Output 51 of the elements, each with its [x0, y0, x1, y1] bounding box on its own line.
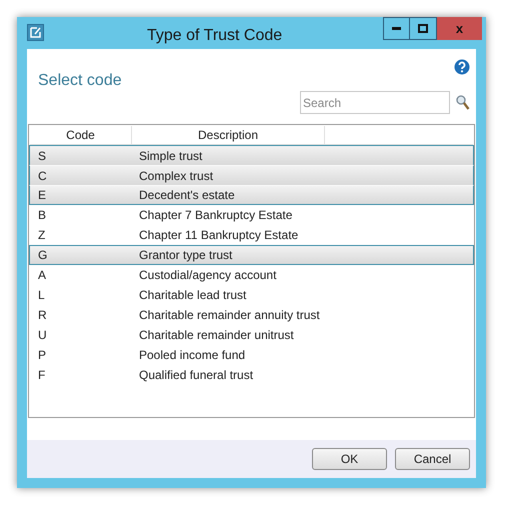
table-row[interactable]: G Grantor type trust: [29, 245, 474, 265]
description-cell-text: Charitable remainder annuity trust: [138, 307, 320, 324]
search-icon[interactable]: [456, 94, 470, 110]
table-row[interactable]: E Decedent's estate: [29, 185, 474, 205]
description-cell-text: Charitable lead trust: [138, 287, 246, 304]
section-heading: Select code: [38, 71, 123, 91]
table-row[interactable]: B Chapter 7 Bankruptcy Estate: [30, 205, 473, 225]
code-cell-text: L: [37, 287, 46, 304]
edit-icon: [27, 24, 44, 41]
description-cell-text: Complex trust: [138, 168, 214, 184]
table-row[interactable]: Z Chapter 11 Bankruptcy Estate: [30, 225, 473, 245]
maximize-button[interactable]: [410, 17, 437, 40]
description-cell-text: Simple trust: [138, 148, 202, 164]
table-row[interactable]: A Custodial/agency account: [30, 265, 473, 285]
code-cell-text: F: [37, 367, 46, 384]
code-cell-text: G: [37, 247, 48, 264]
code-cell-text: C: [37, 168, 48, 184]
code-cell-text: E: [37, 187, 48, 204]
help-icon[interactable]: [454, 59, 470, 75]
close-button[interactable]: x: [437, 17, 482, 40]
window-title: Type of Trust Code: [147, 26, 282, 46]
code-cell-text: A: [37, 267, 48, 284]
description-cell-text: Pooled income fund: [138, 347, 246, 364]
search-field[interactable]: Search: [300, 91, 450, 114]
code-cell-text: S: [37, 148, 48, 164]
column-header[interactable]: Description: [132, 126, 325, 144]
minimize-icon: [392, 27, 401, 30]
description-cell-text: Decedent's estate: [138, 187, 235, 204]
table-row[interactable]: R Charitable remainder annuity trust: [30, 305, 473, 325]
minimize-button[interactable]: [383, 17, 410, 40]
code-cell-text: R: [37, 307, 48, 324]
description-cell-text: Custodial/agency account: [138, 267, 276, 284]
code-cell-text: Z: [37, 227, 46, 244]
table-row[interactable]: S Simple trust: [29, 145, 474, 165]
description-cell-text: Grantor type trust: [138, 247, 232, 264]
dialog-button[interactable]: Cancel: [395, 448, 470, 470]
code-cell-text: P: [37, 347, 48, 364]
description-cell-text: Qualified funeral trust: [138, 367, 254, 384]
description-cell-text: Chapter 11 Bankruptcy Estate: [138, 227, 298, 244]
maximize-icon: [418, 24, 428, 33]
table-row[interactable]: P Pooled income fund: [30, 345, 473, 365]
table-row[interactable]: F Qualified funeral trust: [30, 365, 473, 385]
dialog-button[interactable]: OK: [312, 448, 387, 470]
column-header[interactable]: Code: [30, 126, 132, 144]
table-row[interactable]: C Complex trust: [29, 165, 474, 185]
table-row[interactable]: U Charitable remainder unitrust: [30, 325, 473, 345]
table-row[interactable]: L Charitable lead trust: [30, 285, 473, 305]
description-cell-text: Charitable remainder unitrust: [138, 327, 294, 344]
code-cell-text: B: [37, 207, 48, 224]
description-cell-text: Chapter 7 Bankruptcy Estate: [138, 207, 292, 224]
code-cell-text: U: [37, 327, 48, 344]
